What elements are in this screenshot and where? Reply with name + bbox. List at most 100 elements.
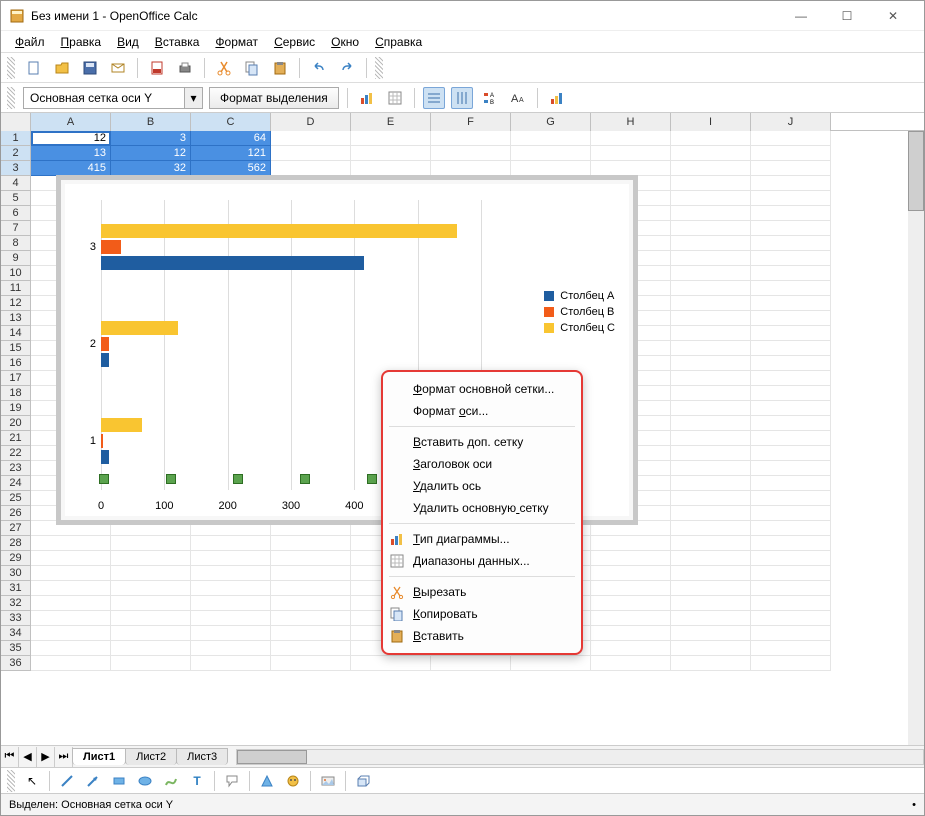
tab-nav-next[interactable]: ▶ (37, 747, 55, 767)
cell[interactable] (511, 146, 591, 161)
menu-правка[interactable]: Правка (55, 33, 108, 51)
column-header[interactable]: C (191, 113, 271, 131)
row-header[interactable]: 1 (1, 131, 31, 146)
row-header[interactable]: 36 (1, 656, 31, 671)
cell[interactable] (751, 641, 831, 656)
vertical-scrollbar[interactable] (908, 131, 924, 745)
cell[interactable] (671, 446, 751, 461)
context-menu-item[interactable]: Формат оси... (383, 400, 581, 422)
row-header[interactable]: 11 (1, 281, 31, 296)
cell[interactable] (671, 176, 751, 191)
cell[interactable] (671, 506, 751, 521)
cell[interactable] (751, 446, 831, 461)
cell[interactable] (671, 326, 751, 341)
cell[interactable] (751, 551, 831, 566)
cell[interactable] (671, 476, 751, 491)
cell[interactable] (511, 656, 591, 671)
legend-icon[interactable]: AB (479, 87, 501, 109)
row-header[interactable]: 10 (1, 266, 31, 281)
context-menu-item[interactable]: Формат основной сетки... (383, 378, 581, 400)
chart-bar[interactable] (101, 353, 109, 367)
cell[interactable] (191, 581, 271, 596)
cell[interactable] (671, 191, 751, 206)
cell[interactable] (671, 521, 751, 536)
context-menu-item[interactable]: Удалить ось (383, 475, 581, 497)
cell[interactable] (751, 131, 831, 146)
chart-bar[interactable] (101, 337, 109, 351)
cell[interactable] (671, 236, 751, 251)
cell[interactable] (591, 566, 671, 581)
cell[interactable] (671, 611, 751, 626)
row-header[interactable]: 30 (1, 566, 31, 581)
cell[interactable] (751, 356, 831, 371)
cell[interactable] (671, 551, 751, 566)
redo-icon[interactable] (336, 57, 358, 79)
column-header[interactable]: J (751, 113, 831, 131)
format-selection-button[interactable]: Формат выделения (209, 87, 339, 109)
cell[interactable] (271, 566, 351, 581)
cell[interactable]: 12 (31, 131, 111, 146)
text-icon[interactable]: T (186, 770, 208, 792)
cell[interactable] (671, 491, 751, 506)
cell[interactable] (751, 326, 831, 341)
row-header[interactable]: 18 (1, 386, 31, 401)
cell[interactable] (751, 146, 831, 161)
cell[interactable] (591, 596, 671, 611)
cell[interactable]: 12 (111, 146, 191, 161)
row-header[interactable]: 29 (1, 551, 31, 566)
chevron-down-icon[interactable]: ▾ (184, 88, 202, 108)
cell[interactable] (191, 611, 271, 626)
cell[interactable] (671, 431, 751, 446)
row-header[interactable]: 28 (1, 536, 31, 551)
menu-окно[interactable]: Окно (325, 33, 365, 51)
cell[interactable] (191, 596, 271, 611)
cell[interactable] (271, 656, 351, 671)
row-header[interactable]: 6 (1, 206, 31, 221)
cell[interactable] (671, 341, 751, 356)
undo-icon[interactable] (308, 57, 330, 79)
cell[interactable] (431, 656, 511, 671)
rectangle-icon[interactable] (108, 770, 130, 792)
text-scale-icon[interactable]: AA (507, 87, 529, 109)
row-header[interactable]: 19 (1, 401, 31, 416)
cut-icon[interactable] (213, 57, 235, 79)
cell[interactable] (31, 536, 111, 551)
cell[interactable] (751, 221, 831, 236)
cell[interactable] (271, 131, 351, 146)
cell[interactable] (671, 221, 751, 236)
chart-data-icon[interactable] (384, 87, 406, 109)
scrollbar-thumb[interactable] (908, 131, 924, 211)
selection-handle[interactable] (99, 474, 109, 484)
cell[interactable] (591, 536, 671, 551)
context-menu-item[interactable]: Заголовок оси (383, 453, 581, 475)
row-header[interactable]: 34 (1, 626, 31, 641)
line-icon[interactable] (56, 770, 78, 792)
chart-object[interactable]: 0100200300400500600123 Столбец AСтолбец … (56, 175, 638, 525)
horizontal-scrollbar[interactable] (236, 749, 924, 765)
chart-bar[interactable] (101, 418, 142, 432)
selection-handle[interactable] (300, 474, 310, 484)
cell[interactable] (671, 401, 751, 416)
cell[interactable] (751, 206, 831, 221)
cell[interactable] (591, 146, 671, 161)
row-header[interactable]: 24 (1, 476, 31, 491)
gallery-icon[interactable] (317, 770, 339, 792)
selection-dropdown[interactable]: ▾ (23, 87, 203, 109)
row-header[interactable]: 2 (1, 146, 31, 161)
selection-handle[interactable] (166, 474, 176, 484)
cell[interactable] (271, 146, 351, 161)
extrude-icon[interactable] (352, 770, 374, 792)
cell[interactable] (511, 161, 591, 176)
row-header[interactable]: 22 (1, 446, 31, 461)
sheet-tab[interactable]: Лист3 (176, 748, 228, 765)
grid-horizontal-icon[interactable] (423, 87, 445, 109)
menu-вставка[interactable]: Вставка (149, 33, 206, 51)
chart-bar[interactable] (101, 240, 121, 254)
row-header[interactable]: 33 (1, 611, 31, 626)
row-header[interactable]: 25 (1, 491, 31, 506)
tab-nav-last[interactable]: ⏭ (55, 747, 73, 767)
cell[interactable] (671, 581, 751, 596)
tab-nav-prev[interactable]: ◀ (19, 747, 37, 767)
cell[interactable] (111, 566, 191, 581)
chart-bar[interactable] (101, 450, 109, 464)
